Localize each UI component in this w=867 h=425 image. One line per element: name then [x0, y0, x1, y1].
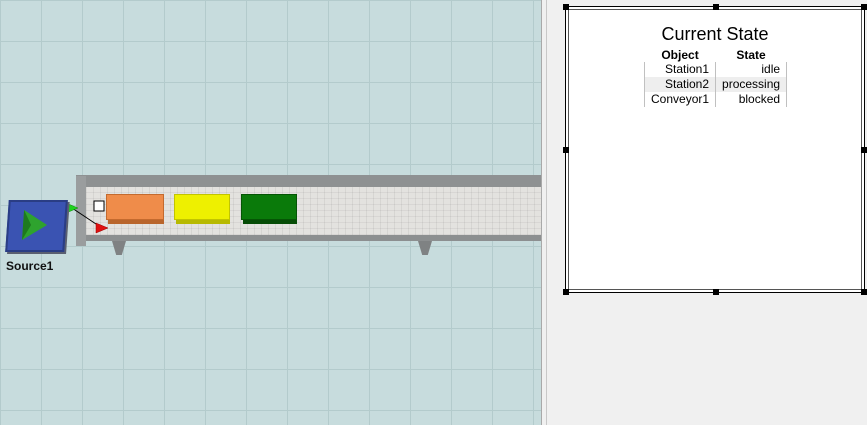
- table-row: Station2 processing: [643, 77, 788, 92]
- output-port-arrow-icon: [65, 202, 79, 214]
- source-body[interactable]: [5, 200, 68, 252]
- object-cell: Station1: [643, 62, 716, 77]
- connection-overlay: [65, 200, 109, 234]
- resize-handle-bottom[interactable]: [713, 289, 719, 295]
- state-cell: blocked: [715, 92, 788, 107]
- state-table: Object State Station1 idle Station2 proc…: [643, 47, 788, 107]
- source-label: Source1: [6, 259, 54, 273]
- column-header-state: State: [736, 47, 766, 62]
- resize-handle-bottom-right[interactable]: [861, 289, 867, 295]
- dashboard-title: Current State: [661, 24, 769, 44]
- resize-handle-bottom-left[interactable]: [563, 289, 569, 295]
- table-row: Conveyor1 blocked: [643, 92, 788, 107]
- object-cell: Station2: [643, 77, 716, 92]
- resize-handle-top-left[interactable]: [563, 4, 569, 10]
- conveyor-entry-marker: [93, 200, 105, 212]
- object-cell: Conveyor1: [643, 92, 716, 107]
- 3d-model-view[interactable]: Source1: [0, 0, 541, 425]
- state-cell: processing: [715, 77, 788, 92]
- state-cell: idle: [715, 62, 788, 77]
- table-row: Station1 idle: [643, 62, 788, 77]
- state-table-widget[interactable]: Current State Object State Station1 idle…: [563, 4, 867, 295]
- dashboard-pane: Current State Object State Station1 idle…: [547, 0, 867, 425]
- widget-inner-border: Current State Object State Station1 idle…: [568, 9, 862, 290]
- input-port-arrow-icon: [95, 222, 109, 234]
- play-triangle-icon: [22, 210, 48, 240]
- resize-handle-right[interactable]: [861, 147, 867, 153]
- column-header-object: Object: [661, 47, 699, 62]
- resize-handle-top-right[interactable]: [861, 4, 867, 10]
- resize-handle-left[interactable]: [563, 147, 569, 153]
- resize-handle-top[interactable]: [713, 4, 719, 10]
